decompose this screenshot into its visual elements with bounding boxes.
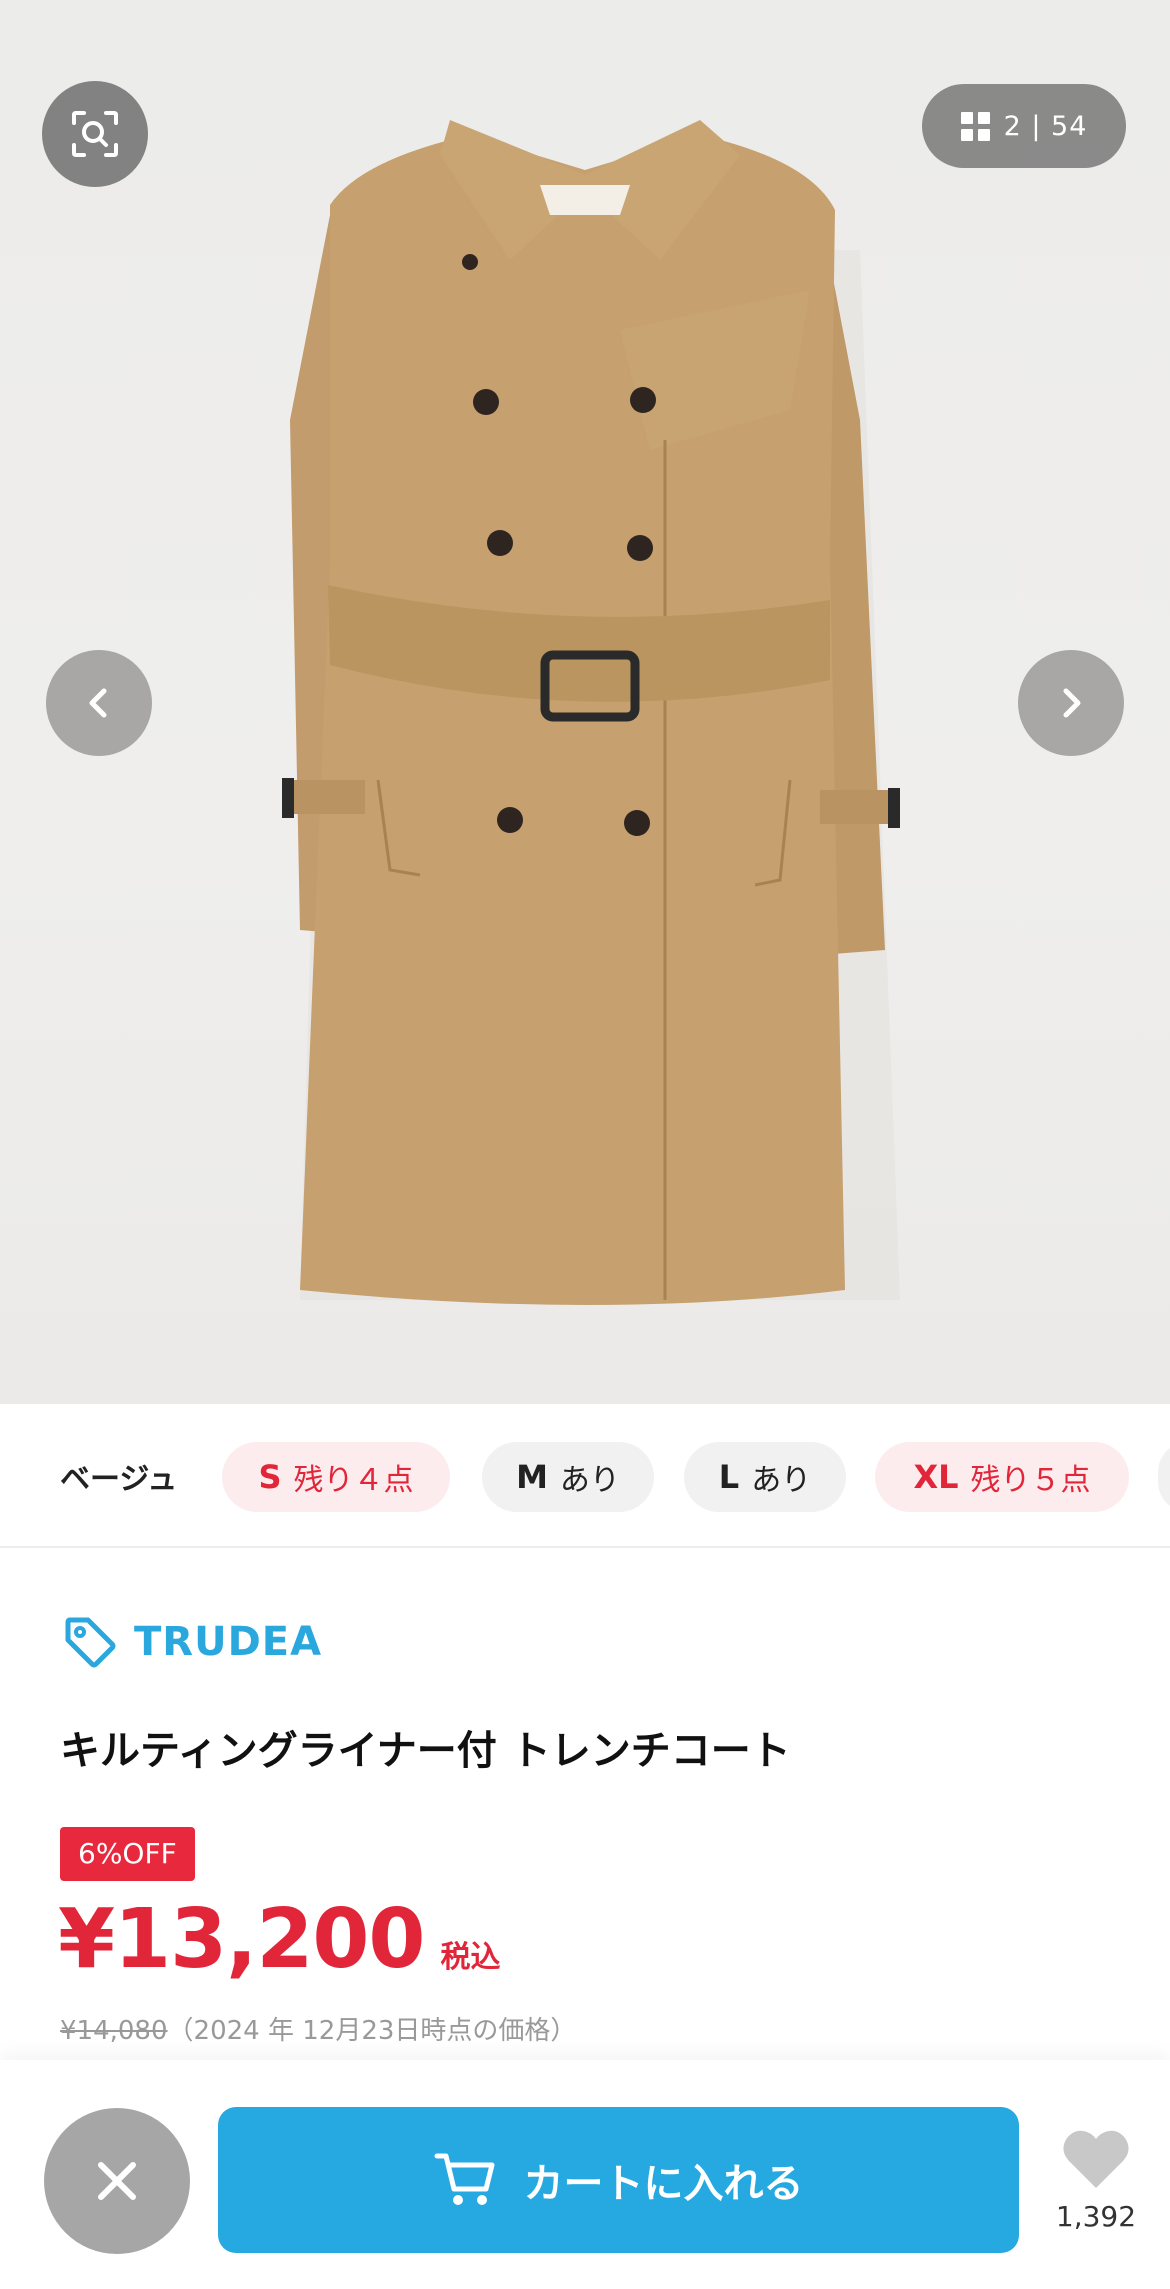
previous-image-button[interactable] [46,650,152,756]
favorite-button[interactable]: 1,392 [1048,2128,1144,2233]
size-chip-s[interactable]: S 残り４点 [222,1442,450,1512]
cart-icon [434,2153,494,2205]
stock-label: あり [751,1463,812,1498]
brand-name: TRUDEA [134,1619,323,1665]
price-row: ¥13,200 税込 [58,1892,500,1987]
product-image[interactable]: 2 | 54 [0,0,1170,1404]
size-chip-m[interactable]: M あり [482,1442,654,1512]
original-price-note: （2024 年 12月23日時点の価格） [167,2016,577,2046]
add-to-cart-label: カートに入れる [523,2161,804,2207]
image-counter-text: 2 | 54 [1003,110,1088,142]
brand-link[interactable]: TRUDEA [62,1614,322,1670]
next-image-button[interactable] [1018,650,1124,756]
chevron-right-icon [1063,688,1081,718]
close-icon [98,2162,136,2200]
sale-price: ¥13,200 [58,1892,425,1987]
image-search-icon [72,111,118,157]
close-button[interactable] [44,2108,190,2254]
size-chip-l[interactable]: L あり [684,1442,846,1512]
chevron-left-icon [89,688,107,718]
discount-badge: 6%OFF [60,1827,195,1881]
size-label: XL [913,1458,959,1496]
stock-label: あり [559,1463,620,1498]
bottom-action-bar: カートに入れる 1,392 [0,2060,1170,2289]
size-label: S [258,1458,282,1496]
size-chip-xl[interactable]: XL 残り５点 [875,1442,1129,1512]
coat-photo [282,120,900,1305]
add-to-cart-button[interactable]: カートに入れる [218,2107,1019,2253]
product-title: キルティングライナー付 トレンチコート [60,1728,791,1774]
tag-icon [65,1617,116,1668]
heart-icon [1063,2130,1129,2188]
color-label: ベージュ [60,1462,178,1497]
size-chip-more[interactable] [1158,1442,1170,1512]
grid-icon [960,111,990,141]
original-price: ¥14,080 [60,2016,168,2046]
size-label: L [718,1458,740,1496]
stock-label: 残り４点 [293,1463,414,1498]
original-price-row: ¥14,080（2024 年 12月23日時点の価格） [60,2010,576,2047]
tax-label: 税込 [440,1940,501,1975]
stock-label: 残り５点 [970,1463,1091,1498]
image-search-button[interactable] [42,81,148,187]
favorite-count: 1,392 [1055,2200,1137,2233]
image-counter[interactable]: 2 | 54 [922,84,1126,168]
size-label: M [516,1458,548,1496]
variant-selector: ベージュ S 残り４点 M あり L あり XL 残り５点 [0,1404,1170,1548]
